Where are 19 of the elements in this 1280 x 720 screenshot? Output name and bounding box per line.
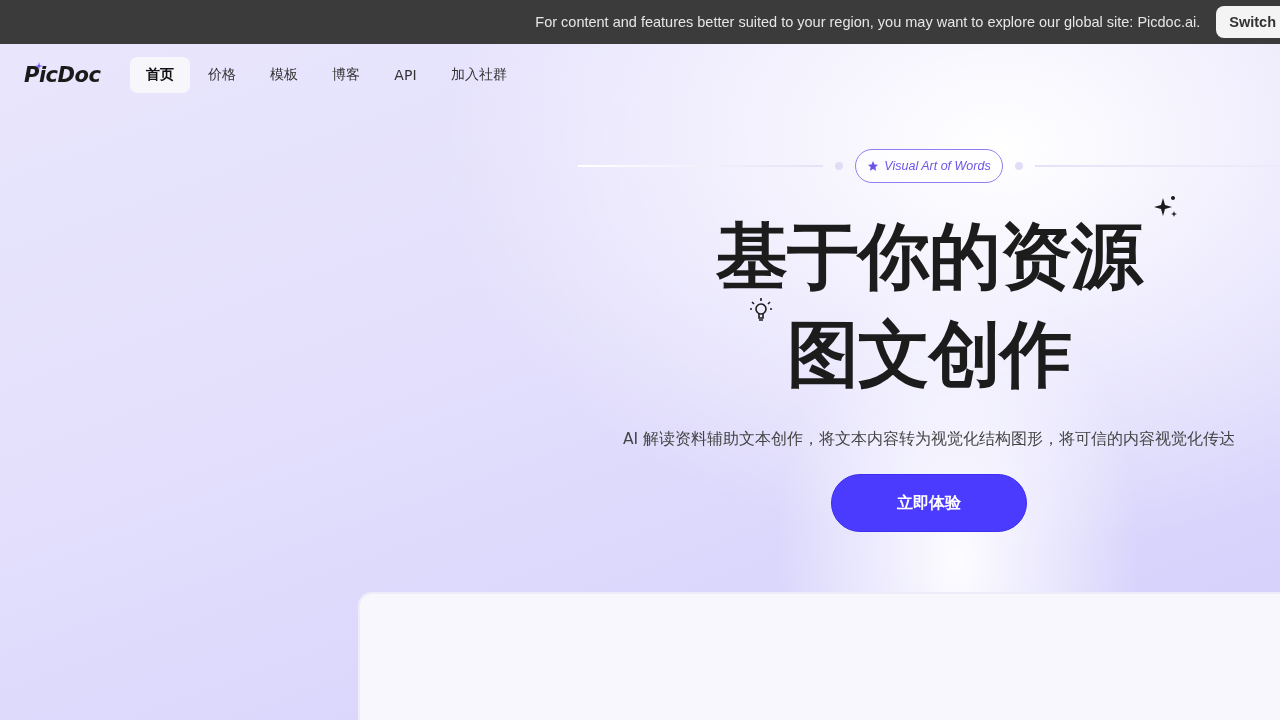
star-icon (867, 160, 880, 172)
nav-tab[interactable]: 价格 (192, 57, 253, 93)
nav-tab[interactable]: 博客 (316, 57, 377, 93)
notice-message: For content and features better suited to your region, you may want to explore our global site: Picdoc.ai. (535, 14, 1201, 30)
dot-icon (1014, 162, 1023, 170)
nav-tab[interactable]: 首页 (130, 57, 191, 93)
try-now-button[interactable]: 立即体验 (831, 474, 1027, 532)
nav-tab[interactable]: API (378, 58, 433, 92)
logo[interactable]: PicDoc (24, 63, 101, 87)
switch-button[interactable]: Switch (1216, 6, 1280, 38)
nav-tab[interactable]: 加入社群 (434, 57, 523, 93)
hero-title: 基于你的资源 (716, 214, 1142, 298)
hero-title: 图文创作 (787, 312, 1071, 396)
lightbulb-icon (749, 297, 773, 323)
hero-subtitle: AI 解读资料辅助文本创作，将文本内容转为视觉化结构图形，将可信的内容视觉化传达 (622, 429, 1236, 450)
badge-text: Visual Art of Words (884, 159, 991, 173)
dot-icon (835, 162, 844, 170)
sparkle-icon (1154, 195, 1178, 219)
nav-tab[interactable]: 模板 (254, 57, 315, 93)
